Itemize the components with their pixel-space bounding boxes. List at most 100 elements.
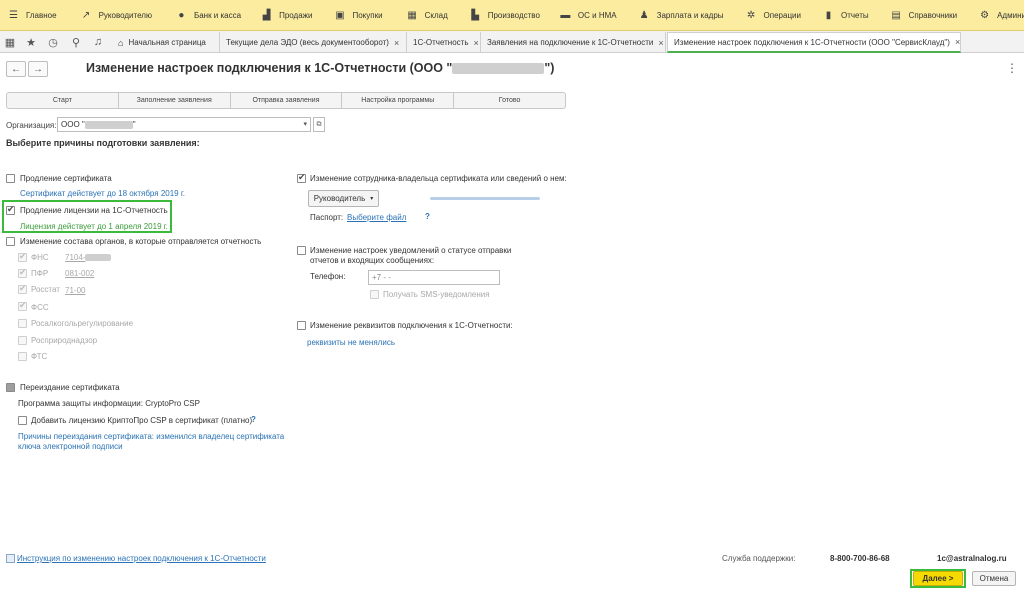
change-bodies-label: Изменение состава органов, в которые отп… — [20, 237, 262, 246]
more-icon[interactable]: ⋮ — [1006, 61, 1018, 75]
tab-applications[interactable]: Заявления на подключение к 1С-Отчетности… — [481, 32, 666, 53]
bar-chart-icon: ▮ — [825, 9, 832, 21]
factory-icon: ▙ — [471, 9, 480, 21]
tab-reporting[interactable]: 1С-Отчетность × — [407, 32, 481, 53]
menu-item-admin[interactable]: ⚙Администрир — [979, 10, 1024, 21]
settings-icon: ⚙ — [980, 9, 990, 21]
reissue-reason-line1: Причины переиздания сертификата: изменил… — [18, 432, 285, 441]
choose-file-link[interactable]: Выберите файл — [347, 213, 406, 222]
next-button[interactable]: Далее > — [913, 571, 963, 586]
menu-item-reports[interactable]: ▮ Отчеты — [823, 10, 869, 21]
dropdown-arrow-icon[interactable]: ▾ — [303, 120, 307, 128]
role-select[interactable]: Руководитель ▾ — [308, 190, 379, 207]
rosstat-label: Росстат — [31, 285, 60, 294]
rosalkogol-checkbox[interactable] — [18, 319, 27, 328]
reissue-checkbox[interactable] — [6, 383, 15, 392]
menu-item-warehouse[interactable]: ▦ Склад — [407, 9, 447, 21]
renew-license-label: Продление лицензии на 1С-Отчетность — [20, 206, 168, 215]
tab-bar: ▦ ★ ◷ ⚲ ♫ ⌂ Начальная страница Текущие де… — [0, 31, 1024, 53]
back-button[interactable]: ← — [6, 61, 26, 77]
menu-item-sales[interactable]: ▟ Продажи — [261, 10, 313, 21]
pfr-code-link[interactable]: 081-002 — [65, 269, 94, 278]
help-icon[interactable]: ? — [425, 212, 430, 221]
menu-item-bank[interactable]: ● Банк и касса — [176, 10, 241, 21]
tab-change-settings[interactable]: Изменение настроек подключения к 1С-Отче… — [667, 32, 961, 53]
chart-trend-icon: ↗ — [81, 9, 91, 21]
notifications-label-line1: Изменение настроек уведомлений о статусе… — [310, 246, 512, 255]
truck-icon: ▬ — [560, 9, 571, 21]
close-icon[interactable]: × — [658, 38, 663, 48]
star-icon[interactable]: ★ — [24, 35, 38, 49]
wizard-steps: Старт Заполнение заявления Отправка заяв… — [6, 92, 566, 109]
pfr-label: ПФР — [31, 269, 49, 278]
main-menu: ☰ Главное ↗ Руководителю ● Банк и касса ▟ Пр… — [0, 0, 1024, 31]
change-owner-label: Изменение сотрудника-владельца сертифика… — [310, 174, 567, 183]
renew-certificate-label: Продление сертификата — [20, 174, 112, 183]
fss-checkbox[interactable] — [18, 300, 27, 311]
rosstat-code-link[interactable]: 71-00 — [65, 286, 85, 295]
rosprirod-label: Росприроднадзор — [31, 336, 98, 345]
forward-button[interactable]: → — [28, 61, 48, 77]
change-bodies-checkbox[interactable] — [6, 237, 15, 246]
organization-field[interactable]: ООО " " ▾ — [57, 117, 311, 132]
menu-item-manager[interactable]: ↗ Руководителю — [81, 10, 152, 21]
menu-item-purchases[interactable]: ▣ Покупки — [334, 10, 382, 21]
pfr-checkbox[interactable] — [18, 267, 27, 278]
warehouse-icon: ▦ — [407, 9, 417, 21]
menu-item-main[interactable]: ☰ Главное — [8, 10, 57, 21]
bell-icon[interactable]: ♫ — [91, 35, 105, 49]
license-expiry-note: Лицензия действует до 1 апреля 2019 г. — [20, 222, 168, 231]
passport-label: Паспорт: — [310, 213, 344, 222]
open-organization-button[interactable]: ⧉ — [313, 117, 325, 132]
organization-label: Организация: — [6, 121, 57, 130]
cancel-button[interactable]: Отмена — [972, 571, 1016, 586]
rosstat-checkbox[interactable] — [18, 283, 27, 294]
add-license-checkbox[interactable] — [18, 416, 27, 425]
fns-code-link[interactable]: 7104- — [65, 253, 112, 262]
fns-checkbox[interactable] — [18, 251, 27, 262]
menu-item-operations[interactable]: ✲ Операции — [746, 10, 801, 21]
certificate-expiry-note: Сертификат действует до 18 октября 2019 … — [20, 189, 185, 198]
notifications-checkbox[interactable] — [297, 246, 306, 255]
support-label: Служба поддержки: — [722, 554, 796, 563]
menu-item-salary[interactable]: ♟ Зарплата и кадры — [639, 10, 724, 21]
page-title: Изменение настроек подключения к 1С-Отче… — [86, 61, 555, 75]
cart-icon: ▣ — [335, 9, 345, 21]
protection-program: Программа защиты информации: CryptoPro C… — [18, 399, 200, 408]
menu-item-catalogs[interactable]: ▤ Справочники — [891, 10, 957, 21]
document-icon — [6, 554, 15, 563]
close-icon[interactable]: × — [955, 37, 960, 47]
close-icon[interactable]: × — [394, 38, 399, 48]
bank-icon: ● — [178, 9, 185, 21]
details-checkbox[interactable] — [297, 321, 306, 330]
search-icon[interactable]: ⚲ — [69, 35, 83, 49]
close-icon[interactable]: × — [474, 38, 479, 48]
menu-item-assets[interactable]: ▬ ОС и НМА — [560, 9, 616, 21]
tab-edo[interactable]: Текущие дела ЭДО (весь документооборот) × — [220, 32, 407, 53]
add-license-label: Добавить лицензию КриптоПро CSP в сертиф… — [31, 416, 253, 425]
history-icon[interactable]: ◷ — [46, 35, 60, 49]
redacted-code — [85, 254, 112, 262]
apps-grid-icon[interactable]: ▦ — [3, 35, 17, 49]
menu-item-production[interactable]: ▙ Производство — [470, 10, 540, 21]
phone-input[interactable]: +7 - - — [368, 270, 500, 285]
sms-checkbox[interactable] — [370, 290, 379, 299]
book-icon: ▤ — [891, 9, 901, 21]
notifications-label-line2: отчетов и входящих сообщениях: — [310, 256, 435, 265]
details-note: реквизиты не менялись — [307, 338, 395, 347]
tab-home[interactable]: ⌂ Начальная страница — [112, 32, 220, 53]
renew-certificate-checkbox[interactable] — [6, 174, 15, 183]
help-icon[interactable]: ? — [251, 415, 256, 424]
fns-label: ФНС — [31, 253, 49, 262]
fts-checkbox[interactable] — [18, 352, 27, 361]
instruction-link[interactable]: Инструкция по изменению настроек подключ… — [17, 554, 266, 563]
arrow-left-icon: ← — [11, 63, 21, 75]
sms-label: Получать SMS-уведомления — [383, 290, 490, 299]
change-owner-checkbox[interactable] — [297, 172, 306, 183]
gears-icon: ✲ — [746, 9, 756, 21]
rosprirod-checkbox[interactable] — [18, 336, 27, 345]
renew-license-checkbox[interactable] — [6, 204, 15, 215]
section-title: Выберите причины подготовки заявления: — [6, 138, 200, 148]
fts-label: ФТС — [31, 352, 48, 361]
redacted-org-name — [452, 63, 545, 75]
